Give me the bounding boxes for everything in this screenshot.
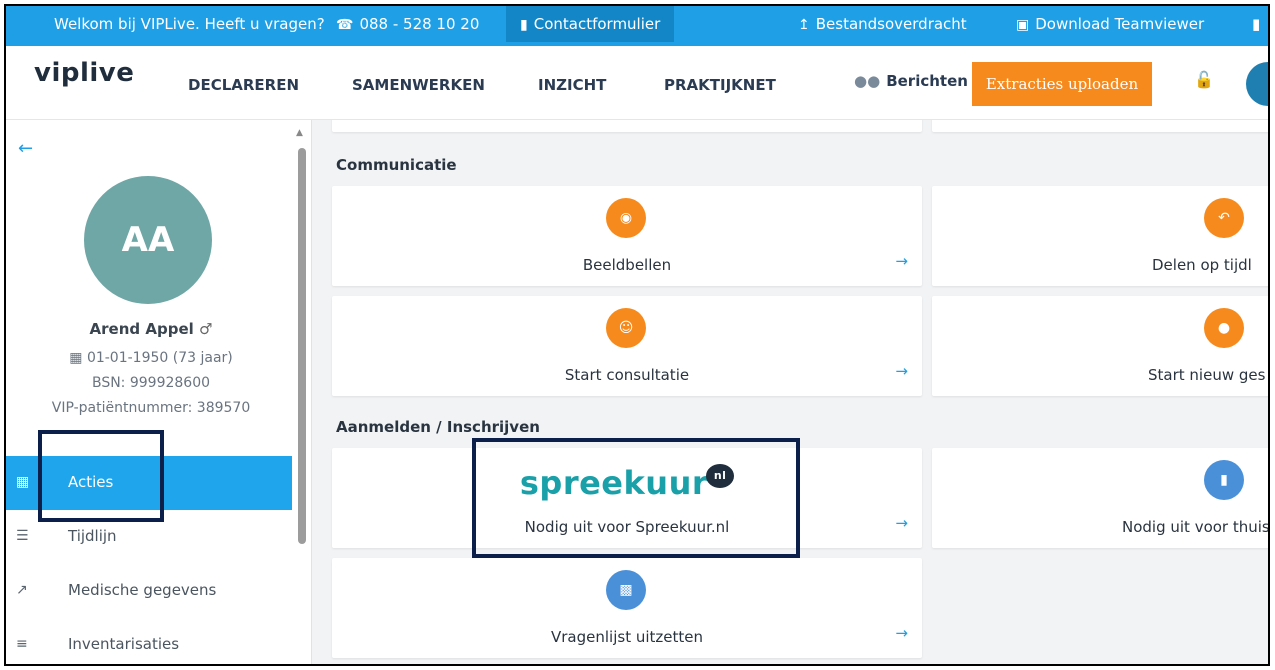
file-transfer-label: Bestandsoverdracht [815,15,967,33]
phone-link[interactable]: ☎ 088 - 528 10 20 [336,6,479,42]
arrow-right-icon: → [895,362,908,380]
patient-bsn: BSN: 999928600 [91,375,211,391]
card-vragenlijst[interactable]: ▩ Vragenlijst uitzetten → [332,558,922,658]
sidebar-item-label: Inventarisaties [68,635,180,653]
back-arrow-icon[interactable]: ← [18,138,33,159]
patient-avatar: AA [84,176,212,304]
card-nodig-uit-thuis[interactable]: ▮ Nodig uit voor thuis [932,448,1270,548]
top-bar: Welkom bij VIPLive. Heeft u vragen? ☎ 088… [6,6,1268,46]
nav-praktijknet[interactable]: PRAKTIJKNET [664,76,776,94]
card-label: Start consultatie [564,366,690,384]
patient-name: Arend Appel [89,320,194,338]
card-label: Nodig uit voor thuis [1122,518,1270,536]
nav-samenwerken[interactable]: SAMENWERKEN [352,76,485,94]
dob-text: 01-01-1950 (73 jaar) [86,350,233,366]
chart-line-icon: ↗ [16,582,28,598]
list-icon: ☰ [16,528,29,544]
phone-icon: ☎ [336,17,354,33]
users-chat-icon: ☺ [606,308,646,348]
user-avatar[interactable] [1246,62,1268,106]
webcam-icon: ◉ [606,198,646,238]
card-partial-left[interactable] [332,120,922,132]
card-partial-right[interactable] [932,120,1268,132]
patient-sidebar: ← AA Arend Appel ♂ ▦ 01-01-1950 (73 jaar… [6,120,312,664]
sidebar-item-inventarisaties[interactable]: ≡ Inventarisaties [6,618,292,664]
card-label: Beeldbellen [582,256,672,274]
patient-name-row: Arend Appel ♂ [6,320,296,338]
file-icon: ▮ [520,17,528,33]
scrollbar-thumb[interactable] [298,148,306,544]
card-start-nieuw-gesprek[interactable]: ● Start nieuw ges [932,296,1268,396]
arrow-right-icon: → [895,252,908,270]
contact-label: Contactformulier [533,15,661,33]
gender-icon: ♂ [199,320,213,338]
calendar-plus-icon: ▦ [16,474,30,490]
nav-declareren[interactable]: DECLAREREN [188,76,299,94]
teamviewer-label: Download Teamviewer [1035,15,1205,33]
sidebar-item-label: Medische gegevens [68,581,217,599]
comment-icon: ● [1204,308,1244,348]
clipboard-icon: ▮ [1204,460,1244,500]
extract-upload-button[interactable]: Extracties uploaden [972,62,1152,106]
calendar-icon: ▦ [69,350,87,366]
card-start-consultatie[interactable]: ☺ Start consultatie → [332,296,922,396]
upload-icon: ↥ [798,17,810,33]
file-icon-right[interactable]: ▮ [1252,6,1260,42]
phone-number: 088 - 528 10 20 [359,15,480,33]
section-title-aanmelden: Aanmelden / Inschrijven [336,418,540,436]
monitor-icon: ▣ [1016,17,1030,33]
sidebar-item-medische-gegevens[interactable]: ↗ Medische gegevens [6,564,292,618]
chat-icon: ●● [854,72,881,90]
scroll-up-icon[interactable]: ▲ [296,128,303,138]
card-label: Vragenlijst uitzetten [551,628,703,646]
unlock-icon[interactable]: 🔓 [1194,70,1214,89]
messages-link[interactable]: ●● Berichten [854,72,968,90]
list-ol-icon: ≡ [16,636,28,652]
card-delen-op-tijdlijn[interactable]: ↶ Delen op tijdl [932,186,1268,286]
highlight-acties [38,430,164,522]
card-beeldbellen[interactable]: ◉ Beeldbellen → [332,186,922,286]
main-nav: viplive DECLAREREN SAMENWERKEN INZICHT P… [6,46,1268,120]
arrow-right-icon: → [895,514,908,532]
nav-inzicht[interactable]: INZICHT [538,76,606,94]
card-label: Start nieuw ges [1148,366,1266,384]
app-window: Welkom bij VIPLive. Heeft u vragen? ☎ 088… [4,4,1270,666]
welcome-text: Welkom bij VIPLive. Heeft u vragen? [54,15,325,33]
patient-dob: ▦ 01-01-1950 (73 jaar) [6,350,296,366]
sidebar-scrollbar[interactable]: ▲ [296,128,308,664]
bar-chart-icon: ▩ [606,570,646,610]
sidebar-item-label: Tijdlijn [68,527,117,545]
arrow-right-icon: → [895,624,908,642]
section-title-communicatie: Communicatie [336,156,457,174]
reply-icon: ↶ [1204,198,1244,238]
patient-vip-number: VIP-patiëntnummer: 389570 [51,400,251,416]
teamviewer-link[interactable]: ▣ Download Teamviewer [1016,6,1204,42]
messages-label: Berichten [886,72,968,90]
actions-panel: Communicatie ◉ Beeldbellen → ↶ Delen op … [312,120,1270,664]
highlight-spreekuur [472,438,800,558]
viplive-logo[interactable]: viplive [34,58,134,88]
card-label: Delen op tijdl [1152,256,1252,274]
contact-form-link[interactable]: ▮ Contactformulier [506,6,675,42]
file-transfer-link[interactable]: ↥ Bestandsoverdracht [798,6,967,42]
